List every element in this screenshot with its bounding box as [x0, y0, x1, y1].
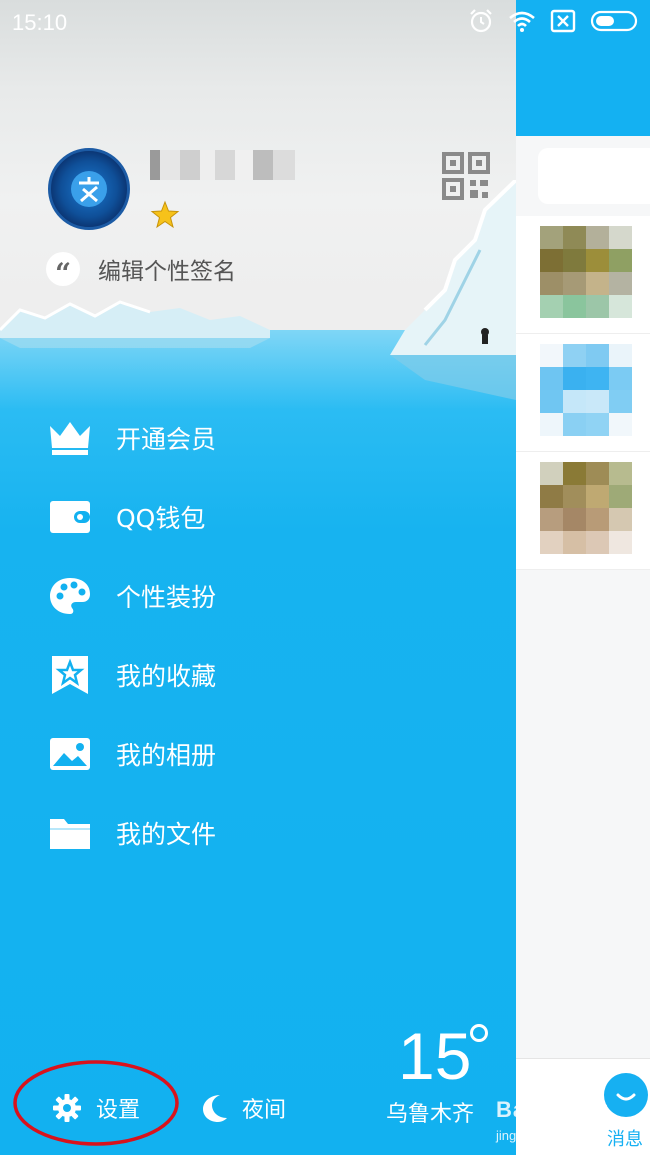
- status-time: 15:10: [12, 10, 68, 35]
- menu-item-label: 开通会员: [116, 425, 217, 454]
- contact-avatar-blurred: [540, 344, 632, 436]
- wifi-icon: [509, 11, 535, 32]
- menu-item-label: 我的收藏: [116, 662, 217, 691]
- list-item[interactable]: [516, 452, 650, 570]
- avatar-logo-icon: [71, 171, 107, 207]
- bookmark-star-icon: [48, 653, 92, 697]
- menu-item-themes[interactable]: 个性装扮: [48, 568, 468, 624]
- weather-city[interactable]: 乌鲁木齐: [386, 1096, 474, 1128]
- star-icon[interactable]: [150, 200, 180, 230]
- main-content-peek[interactable]: 消息: [516, 0, 650, 1155]
- annotation-ellipse: [13, 1060, 179, 1146]
- night-mode-button[interactable]: 夜间: [200, 1092, 286, 1124]
- contact-avatar-blurred: [540, 462, 632, 554]
- baidu-watermark: Baidu经验 jingyan.baidu.com: [496, 1092, 608, 1143]
- battery-icon: [590, 10, 638, 32]
- degree-icon: [470, 1024, 488, 1042]
- iceberg-left-decoration: [0, 300, 270, 348]
- status-bar: 15:10: [0, 0, 650, 46]
- palette-icon: [48, 574, 92, 618]
- wallet-icon: [48, 495, 92, 539]
- menu-item-label: QQ钱包: [116, 504, 206, 533]
- no-sim-icon: [550, 9, 576, 33]
- list-item[interactable]: [516, 216, 650, 334]
- signature-row[interactable]: “ 编辑个性签名: [46, 252, 236, 290]
- list-item[interactable]: [516, 334, 650, 452]
- menu-item-vip[interactable]: 开通会员: [48, 410, 468, 466]
- avatar[interactable]: [48, 148, 130, 230]
- folder-icon: [48, 811, 92, 855]
- menu-item-files[interactable]: 我的文件: [48, 805, 468, 861]
- tab-messages-label: 消息: [607, 1129, 643, 1150]
- menu-item-label: 我的文件: [116, 820, 217, 849]
- night-mode-label: 夜间: [242, 1098, 287, 1123]
- status-icons: [468, 8, 640, 34]
- menu-item-label: 我的相册: [116, 741, 217, 770]
- iceberg-right-decoration: [390, 180, 516, 400]
- qr-code-icon[interactable]: [442, 152, 490, 200]
- crown-icon: [48, 416, 92, 460]
- signature-placeholder: 编辑个性签名: [98, 259, 236, 285]
- menu-item-favorites[interactable]: 我的收藏: [48, 647, 468, 703]
- contact-avatar-blurred: [540, 226, 632, 318]
- search-bar[interactable]: [538, 148, 650, 204]
- menu-item-label: 个性装扮: [116, 583, 217, 612]
- weather-temperature[interactable]: 15: [398, 1018, 471, 1094]
- watermark-url: jingyan.baidu.com: [496, 1128, 601, 1143]
- messages-icon: [604, 1073, 648, 1117]
- menu-item-album[interactable]: 我的相册: [48, 726, 468, 782]
- watermark-logo-text: Baidu经验: [496, 1097, 609, 1122]
- username-blurred: [150, 150, 295, 180]
- tab-messages[interactable]: 消息: [602, 1073, 650, 1153]
- menu-item-wallet[interactable]: QQ钱包: [48, 489, 468, 545]
- image-icon: [48, 732, 92, 776]
- alarm-icon: [470, 9, 492, 33]
- quote-icon: “: [46, 252, 80, 290]
- moon-icon: [203, 1095, 227, 1122]
- side-drawer: “ 编辑个性签名 开通会员 QQ钱包 个性装扮 我的收藏 我的相册 我的文件 设…: [0, 0, 516, 1155]
